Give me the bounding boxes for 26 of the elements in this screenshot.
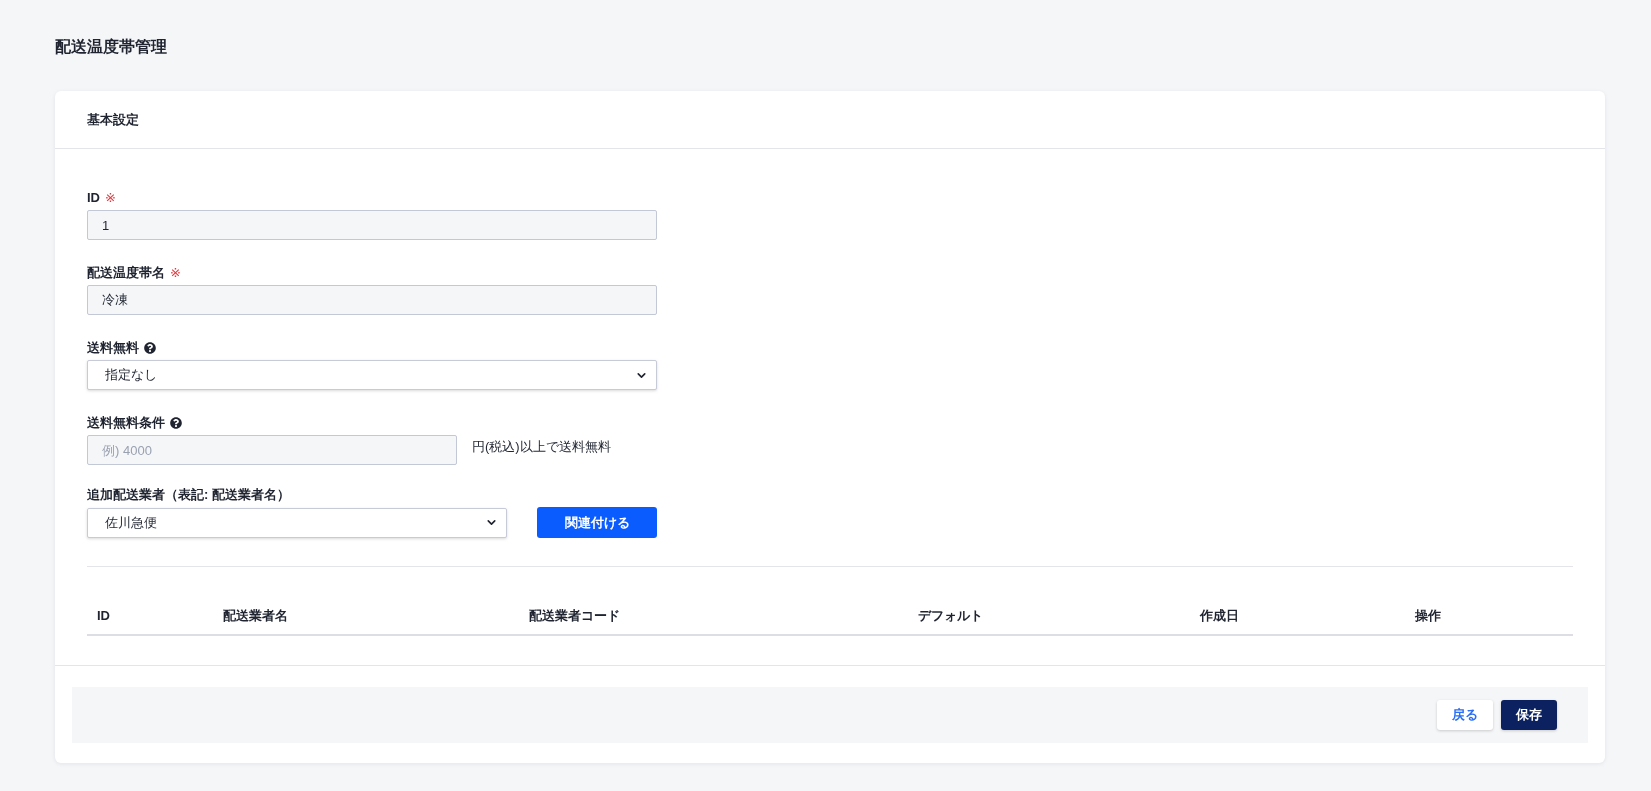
field-suffix: 円(税込)以上で送料無料 xyxy=(472,438,611,456)
field-label: ID xyxy=(87,189,100,207)
page-title: 配送温度帯管理 xyxy=(55,37,167,57)
input-field[interactable]: 1 xyxy=(87,210,657,240)
field-label: 追加配送業者（表記: 配送業者名） xyxy=(87,486,290,504)
required-mark: ※ xyxy=(105,189,116,207)
column-header: 操作 xyxy=(1405,597,1573,635)
column-header: デフォルト xyxy=(908,597,1190,635)
column-header: 配送業者名 xyxy=(213,597,519,635)
dropdown-field[interactable]: 佐川急便 xyxy=(87,507,507,538)
input-field[interactable]: 冷凍 xyxy=(87,285,657,315)
required-mark: ※ xyxy=(170,264,181,282)
dropdown-field[interactable]: 指定なし xyxy=(87,360,657,390)
card-title: 基本設定 xyxy=(87,110,139,129)
help-icon[interactable] xyxy=(144,342,156,354)
field-label: 送料無料条件 xyxy=(87,414,165,432)
column-header: ID xyxy=(87,597,213,635)
column-header: 配送業者コード xyxy=(519,597,908,635)
save-button[interactable]: 保存 xyxy=(1501,700,1557,730)
field-label: 送料無料 xyxy=(87,339,139,357)
input-field[interactable]: 例) 4000 xyxy=(87,435,457,465)
column-header: 作成日 xyxy=(1190,597,1405,635)
help-icon[interactable] xyxy=(170,417,182,429)
back-button[interactable]: 戻る xyxy=(1437,700,1493,730)
field-label: 配送温度帯名 xyxy=(87,264,165,282)
link-button[interactable]: 関連付ける xyxy=(537,507,657,538)
